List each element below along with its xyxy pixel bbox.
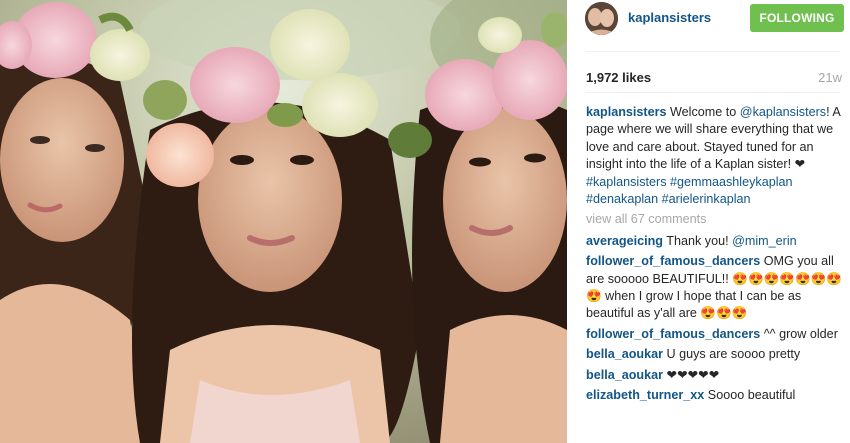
post-details-panel: kaplansisters FOLLOWING 1,972 likes 21w … [567,0,850,443]
likes-row: 1,972 likes 21w [586,70,842,86]
comment-item: follower_of_famous_dancers OMG you all a… [586,253,846,323]
likes-count[interactable]: 1,972 likes [586,70,651,85]
caption-hashtags-link[interactable]: #kaplansisters #gemmaashleykaplan #denak… [586,175,793,206]
comment-username-link[interactable]: follower_of_famous_dancers [586,254,760,268]
avatar[interactable] [585,2,618,35]
comment-item: elizabeth_turner_xx Soooo beautiful [586,387,846,404]
photo-illustration [0,0,567,443]
caption-text: Welcome to [666,105,740,119]
caption-mention-link[interactable]: @kaplansisters [740,105,826,119]
caption-username-link[interactable]: kaplansisters [586,105,667,119]
comment-text: U guys are soooo pretty [663,347,801,362]
post-timestamp[interactable]: 21w [818,70,842,85]
comment-item: follower_of_famous_dancers ^^ grow older [586,326,846,343]
post-header: kaplansisters FOLLOWING [567,0,850,38]
comment-username-link[interactable]: bella_aoukar [586,347,663,361]
comment-text: ❤❤❤❤❤ [663,367,720,382]
comment-username-link[interactable]: elizabeth_turner_xx [586,388,704,402]
comment-text: Thank you! [663,233,733,248]
following-button[interactable]: FOLLOWING [750,4,844,32]
divider [585,92,840,93]
comment-item: averageicing Thank you! @mim_erin [586,233,846,250]
comment-username-link[interactable]: averageicing [586,234,663,248]
comment-text: ^^ grow older [760,326,838,341]
profile-photo-icon [585,2,618,35]
comment-username-link[interactable]: follower_of_famous_dancers [586,327,760,341]
caption: kaplansisters Welcome to @kaplansisters!… [586,104,846,208]
header-username-link[interactable]: kaplansisters [628,10,711,25]
comment-text: Soooo beautiful [704,388,796,403]
comment-item: bella_aoukar ❤❤❤❤❤ [586,367,846,384]
comments-list: kaplansisters Welcome to @kaplansisters!… [586,104,846,408]
comment-mention-link[interactable]: @mim_erin [732,234,797,248]
comment-item: bella_aoukar U guys are soooo pretty [586,346,846,363]
comment-username-link[interactable]: bella_aoukar [586,368,663,382]
view-all-comments-link[interactable]: view all 67 comments [586,211,846,228]
divider [585,51,840,52]
post-photo[interactable] [0,0,567,443]
